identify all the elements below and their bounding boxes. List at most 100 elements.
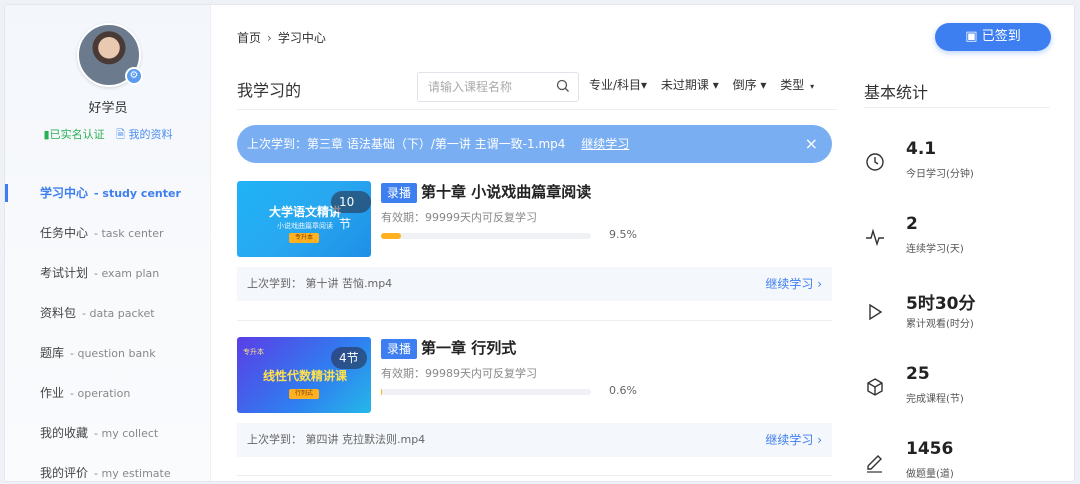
last-learned-text: 上次学到： 第十讲 苦恼.mp4 [247, 277, 393, 290]
divider [237, 475, 832, 476]
page-title: 我学习的 [237, 81, 302, 100]
search-icon[interactable] [556, 79, 570, 93]
course-thumbnail[interactable]: 专升本 线性代数精讲课 行列式 4节 [237, 337, 371, 413]
stat-today-minutes: 4.1 今日学习(分钟) [864, 139, 1054, 189]
stat-label: 连续学习(天) [906, 244, 964, 255]
stat-label: 做题量(道) [906, 469, 954, 480]
nav-label: 我的评价 [40, 466, 89, 480]
avatar-wrap[interactable]: ⚙ [77, 23, 143, 87]
nav-en-label: - operation [70, 387, 131, 400]
profile-link[interactable]: 🗎 我的资料 [116, 128, 172, 141]
stat-value: 2 [906, 214, 918, 234]
continue-learning-link[interactable]: 继续学习 [581, 137, 629, 151]
lesson-count-badge: 4节 [331, 347, 367, 369]
last-learned-row: 上次学到： 第十讲 苦恼.mp4 继续学习 › [237, 267, 832, 301]
stat-value: 1456 [906, 439, 954, 459]
close-icon[interactable]: × [805, 125, 818, 163]
breadcrumb: 首页 › 学习中心 [237, 29, 326, 46]
stat-completed-courses: 25 完成课程(节) [864, 364, 1054, 414]
filter-expiry[interactable]: 未过期课 ▾ [661, 76, 719, 93]
sidebar-item-task-center[interactable]: 任务中心 - task center [5, 213, 211, 253]
continue-learning-button[interactable]: 继续学习 › [765, 423, 822, 457]
profile-link-label: 我的资料 [128, 128, 173, 141]
thumb-tag: 专升本 [243, 348, 264, 356]
progress-bar [381, 389, 591, 395]
stat-label: 完成课程(节) [906, 394, 964, 405]
stat-question-count: 1456 做题量(道) [864, 439, 1054, 481]
progress-fill [381, 233, 401, 239]
sidebar-item-question-bank[interactable]: 题库 - question bank [5, 333, 211, 373]
progress-bar [381, 233, 591, 239]
sidebar-item-data-packet[interactable]: 资料包 - data packet [5, 293, 211, 333]
search-input[interactable] [418, 73, 546, 101]
course-title[interactable]: 第一章 行列式 [421, 337, 516, 359]
stat-watch-time: 5时30分 累计观看(时分) [864, 289, 1054, 339]
chevron-down-icon: ▾ [810, 82, 815, 91]
nav-en-label: - question bank [70, 347, 156, 360]
search-box [417, 72, 579, 102]
nav-label: 学习中心 [40, 186, 89, 200]
sidebar-item-operation[interactable]: 作业 - operation [5, 373, 211, 413]
filter-order[interactable]: 倒序 ▾ [733, 76, 767, 93]
sidebar-item-study-center[interactable]: 学习中心 - study center [5, 173, 211, 213]
sidebar-item-my-estimate[interactable]: 我的评价 - my estimate [5, 453, 211, 481]
progress-percent: 9.5% [609, 228, 637, 241]
filter-subject[interactable]: 专业/科目▾ [589, 76, 647, 93]
nav-en-label: - exam plan [94, 267, 160, 280]
checkin-button[interactable]: ▣ 已签到 [935, 23, 1051, 51]
stat-label: 今日学习(分钟) [906, 169, 974, 180]
thumb-chip: 专升本 [289, 233, 319, 243]
verified-link[interactable]: ▮已实名认证 [44, 128, 109, 141]
continue-learning-button[interactable]: 继续学习 › [765, 267, 822, 301]
sidebar-item-exam-plan[interactable]: 考试计划 - exam plan [5, 253, 211, 293]
sidebar-nav: 学习中心 - study center 任务中心 - task center 考试计… [5, 173, 211, 481]
nav-label: 题库 [40, 346, 65, 360]
pen-icon [867, 455, 882, 473]
filter-bar: 专业/科目▾ 未过期课 ▾ 倒序 ▾ 类型 ▾ [589, 76, 824, 93]
document-icon: 🗎 [116, 128, 125, 141]
course-validity: 有效期：99999天内可反复学习 [381, 211, 537, 224]
username: 好学员 [88, 101, 128, 116]
recorded-badge: 录播 [381, 183, 418, 203]
nav-en-label: - data packet [82, 307, 155, 320]
verified-label: 已实名认证 [49, 128, 105, 141]
nav-label: 资料包 [40, 306, 77, 320]
divider [237, 109, 837, 110]
box-icon [867, 378, 883, 396]
filter-type[interactable]: 类型 ▾ [780, 76, 814, 93]
sidebar: ⚙ 好学员 ▮已实名认证 🗎 我的资料 学习中心 - study center 任… [5, 5, 211, 481]
stat-value: 4.1 [906, 139, 937, 159]
nav-en-label: - my collect [94, 427, 159, 440]
sidebar-item-my-collect[interactable]: 我的收藏 - my collect [5, 413, 211, 453]
stats-panel: ▣ 已签到 基本统计 4.1 今日学习(分钟) 2 连续学习(天) 5时30分 … [861, 5, 1061, 481]
thumb-chip: 行列式 [289, 389, 319, 399]
user-links: ▮已实名认证 🗎 我的资料 [5, 126, 211, 145]
clock-icon [866, 153, 884, 171]
stat-value: 25 [906, 364, 930, 384]
nav-label: 考试计划 [40, 266, 89, 280]
last-learned-text: 上次学到： 第四讲 克拉默法则.mp4 [247, 433, 426, 446]
course-validity: 有效期：99989天内可反复学习 [381, 367, 537, 380]
nav-label: 我的收藏 [40, 426, 89, 440]
checkin-label: 已签到 [981, 29, 1021, 44]
main-content: 首页 › 学习中心 我学习的 专业/科目▾ 未过期课 ▾ 倒序 ▾ 类型 ▾ 上次学… [211, 5, 837, 481]
last-learned-banner: 上次学到：第三章 语法基础（下）/第一讲 主谓一致-1.mp4 继续学习 × [237, 125, 832, 163]
app-frame: ⚙ 好学员 ▮已实名认证 🗎 我的资料 学习中心 - study center 任… [4, 4, 1075, 482]
course-thumbnail[interactable]: 大学语文精讲 小说戏曲篇章阅读 专升本 10节 [237, 181, 371, 257]
progress-fill [381, 389, 383, 395]
thumb-title: 线性代数精讲课 [262, 369, 347, 383]
nav-en-label: - task center [94, 227, 164, 240]
breadcrumb-home[interactable]: 首页 [237, 31, 261, 45]
stat-streak-days: 2 连续学习(天) [864, 214, 1054, 264]
stats-title: 基本统计 [864, 83, 929, 102]
play-icon [869, 303, 883, 321]
pulse-icon [866, 228, 884, 247]
course-title[interactable]: 第十章 小说戏曲篇章阅读 [421, 181, 591, 203]
nav-en-label: - study center [94, 187, 181, 200]
nav-label: 任务中心 [40, 226, 89, 240]
gear-icon[interactable]: ⚙ [125, 67, 143, 85]
nav-en-label: - my estimate [94, 467, 171, 480]
divider [237, 320, 832, 321]
last-learned-text: 上次学到：第三章 语法基础（下）/第一讲 主谓一致-1.mp4 [247, 137, 566, 151]
progress-percent: 0.6% [609, 384, 637, 397]
